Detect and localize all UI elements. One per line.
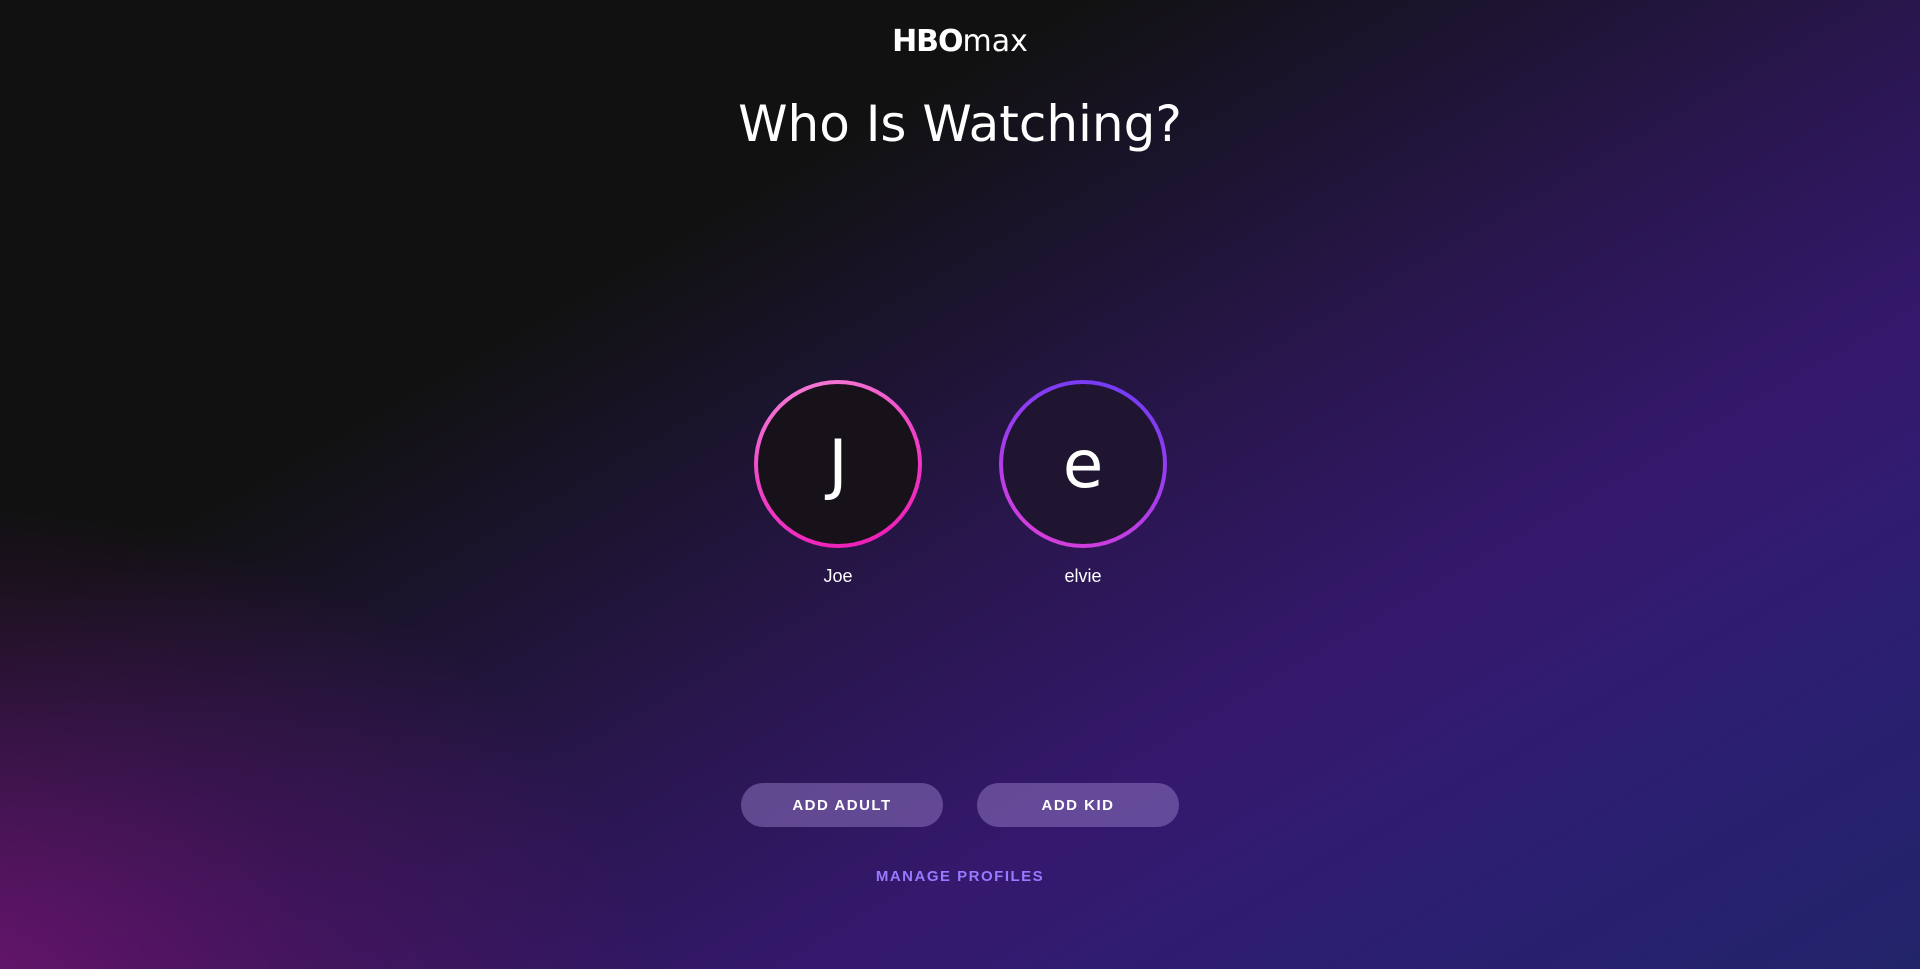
manage-profiles-container: MANAGE PROFILES — [0, 868, 1920, 885]
profile-name: elvie — [1064, 566, 1102, 586]
profile-joe[interactable]: J Joe — [754, 380, 922, 587]
avatar-ring[interactable]: J — [754, 380, 922, 548]
logo-hbo-text: HBO — [892, 24, 963, 59]
add-adult-button[interactable]: ADD ADULT — [741, 783, 943, 827]
logo-max-text: max — [962, 24, 1028, 59]
profile-name: Joe — [823, 566, 853, 586]
manage-profiles-link[interactable]: MANAGE PROFILES — [876, 868, 1044, 885]
hbomax-logo: HBOmax — [0, 26, 1920, 58]
page-title: Who Is Watching? — [738, 95, 1182, 153]
avatar-ring[interactable]: e — [999, 380, 1167, 548]
avatar-initial: J — [758, 384, 918, 544]
add-kid-button[interactable]: ADD KID — [977, 783, 1179, 827]
profile-elvie[interactable]: e elvie — [999, 380, 1167, 587]
avatar-initial: e — [1003, 384, 1163, 544]
